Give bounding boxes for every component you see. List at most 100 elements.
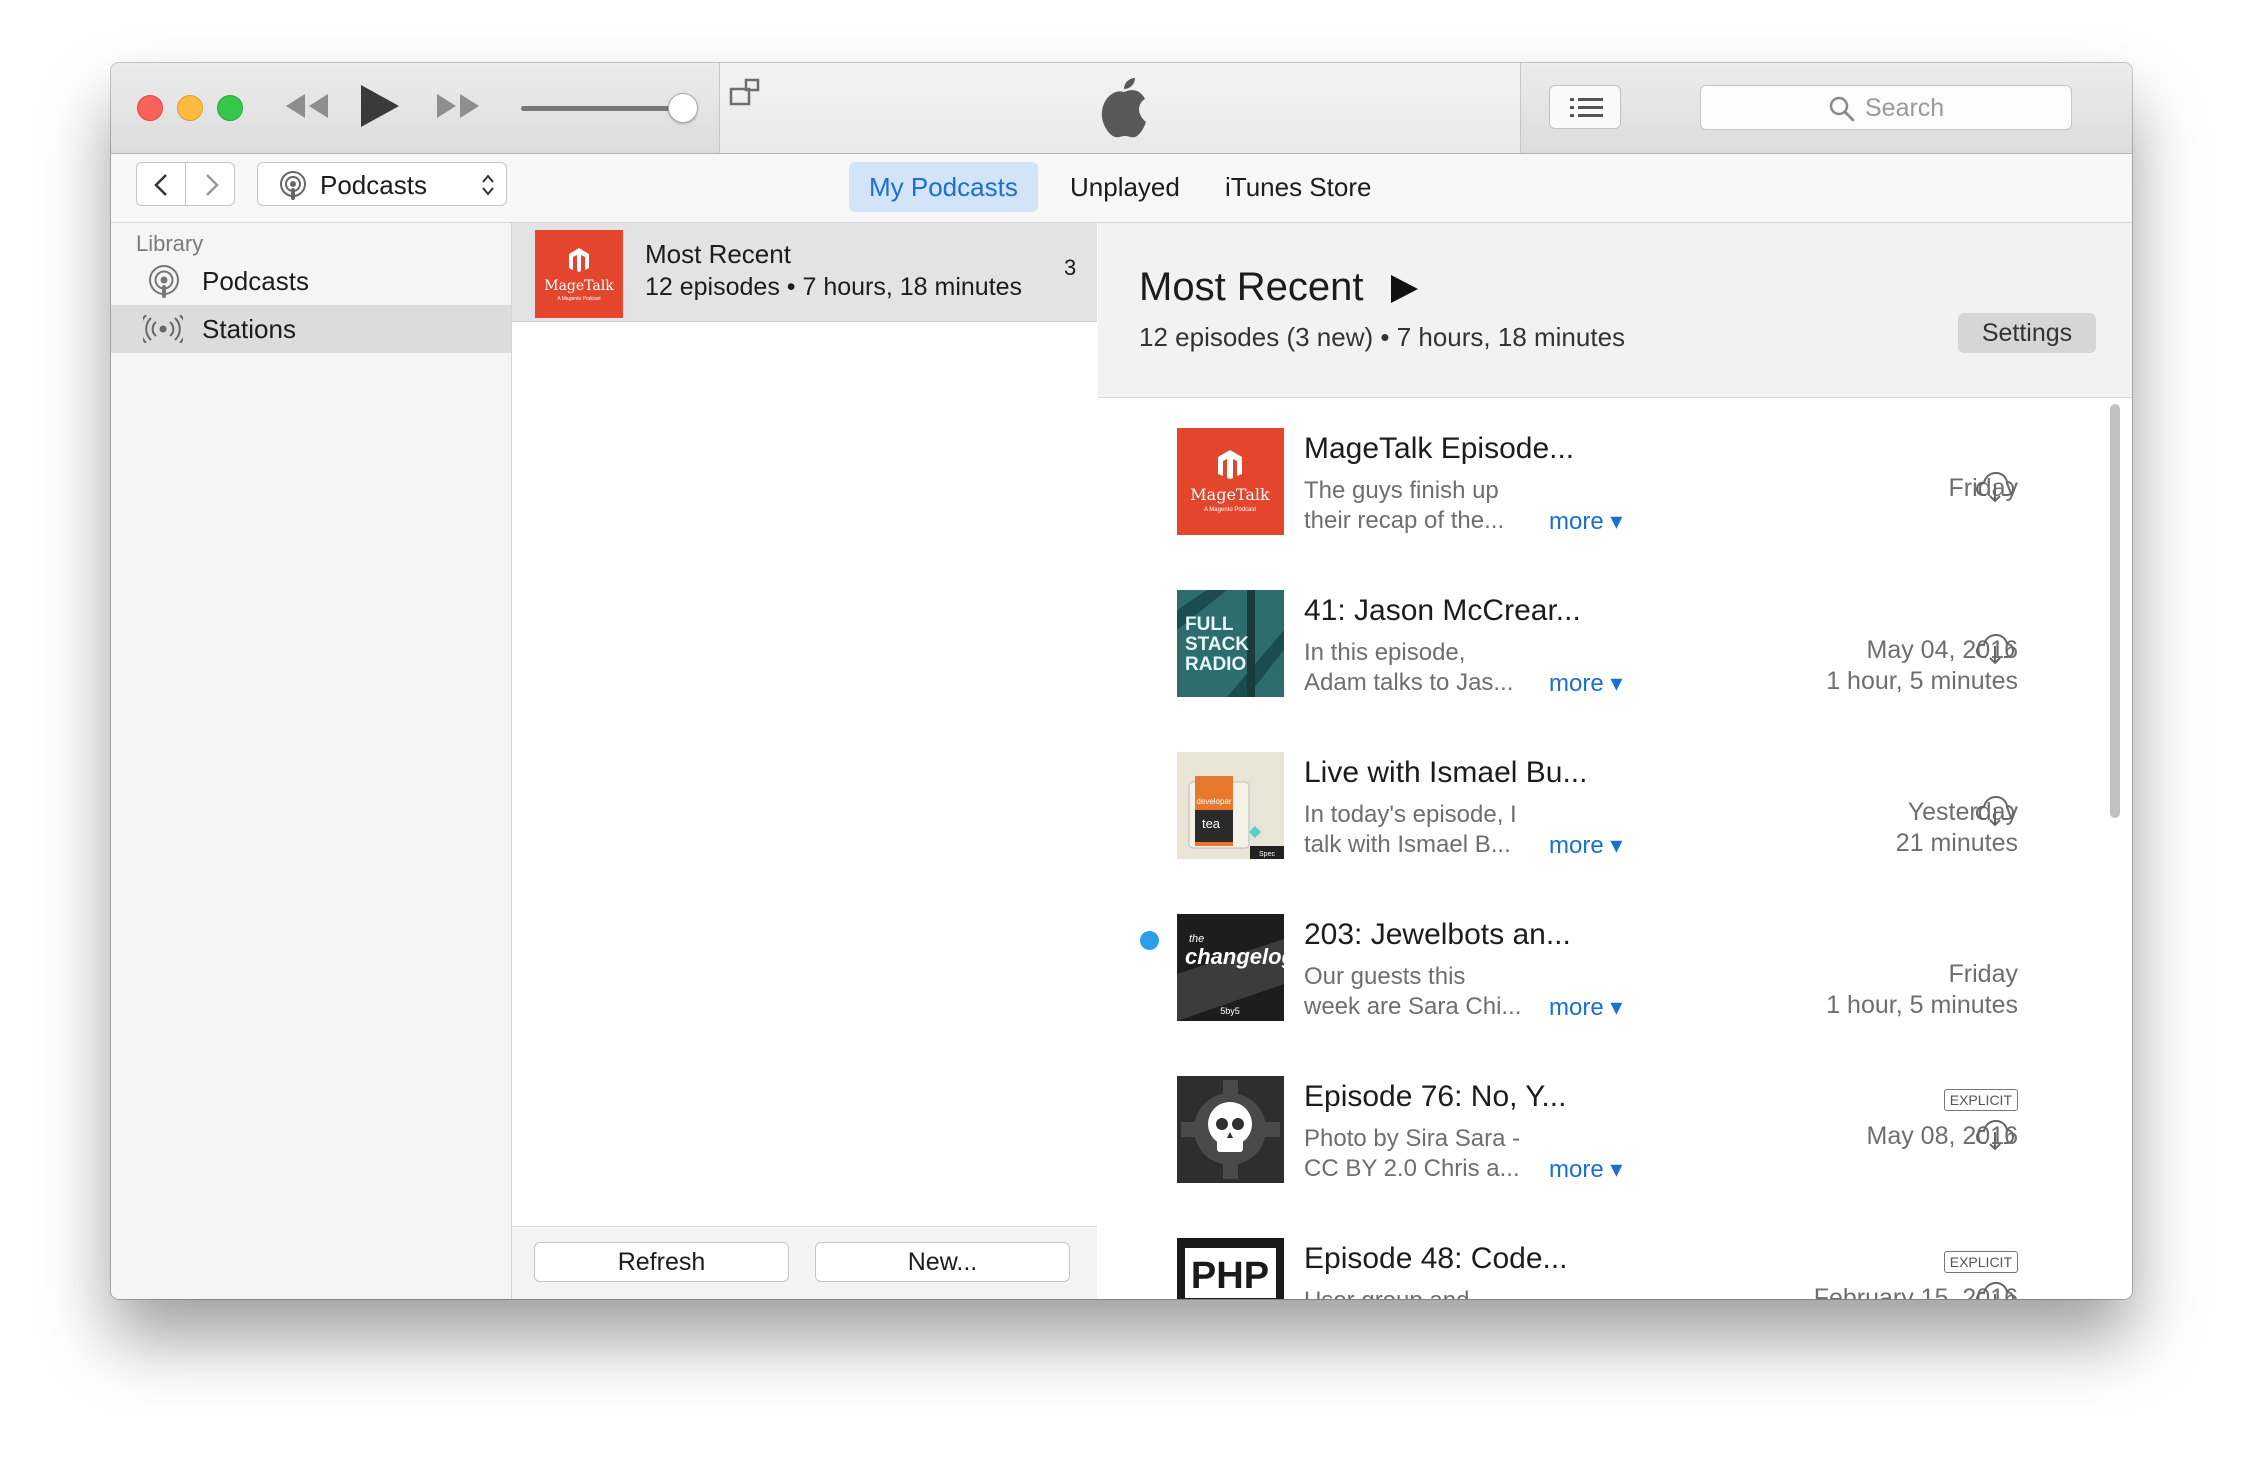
episode-title: 41: Jason McCrear... xyxy=(1304,594,1581,627)
more-link[interactable]: more ▾ xyxy=(1549,669,1622,698)
zoom-window-button[interactable] xyxy=(217,95,243,121)
art-title: MageTalk xyxy=(1190,485,1270,504)
volume-slider-track[interactable] xyxy=(521,106,683,111)
art-title: changelog xyxy=(1185,944,1284,969)
detail-header: Most Recent 12 episodes (3 new) • 7 hour… xyxy=(1098,223,2132,398)
tab-unplayed[interactable]: Unplayed xyxy=(1050,162,1200,212)
cloud-download-icon[interactable] xyxy=(1976,1281,2014,1299)
art-subtitle: 5by5 xyxy=(1220,1006,1240,1016)
cloud-download-icon[interactable] xyxy=(1976,633,2014,665)
episode-date: Friday xyxy=(1948,960,2018,988)
station-title: Most Recent xyxy=(645,239,791,269)
search-field[interactable]: Search xyxy=(1700,85,2072,130)
podcast-icon xyxy=(280,171,306,200)
fast-forward-icon[interactable] xyxy=(433,91,483,121)
rewind-icon[interactable] xyxy=(282,91,332,121)
episode-description: Adam talks to Jas... xyxy=(1304,669,1514,696)
art-subtitle: Spec xyxy=(1259,851,1275,858)
episode-row[interactable]: MageTalk A Magento Podcast MageTalk Epis… xyxy=(1098,428,2103,590)
chevron-right-icon xyxy=(206,174,219,196)
more-link[interactable]: more ▾ xyxy=(1549,507,1622,536)
episode-description: The guys finish up xyxy=(1304,477,1499,504)
library-sidebar: Library Podcasts Stations xyxy=(111,223,512,1299)
episode-description: talk with Ismael B... xyxy=(1304,831,1511,858)
episode-row[interactable]: developer tea Spec Live with Ismael Bu..… xyxy=(1098,752,2103,914)
tab-itunes-store[interactable]: iTunes Store xyxy=(1205,162,1391,212)
unplayed-count-badge: 3 xyxy=(1064,255,1077,280)
station-list: MageTalk A Magento Podcast Most Recent 1… xyxy=(512,223,1097,1299)
episode-list-scrollbar[interactable] xyxy=(2107,404,2123,1299)
episode-description: Our guests this xyxy=(1304,963,1466,990)
cloud-download-icon[interactable] xyxy=(1976,1119,2014,1151)
new-station-button[interactable]: New... xyxy=(815,1242,1070,1282)
podcast-icon xyxy=(149,265,179,298)
refresh-button[interactable]: Refresh xyxy=(534,1242,789,1282)
mini-player-icon[interactable] xyxy=(728,77,764,109)
station-list-footer: Refresh New... xyxy=(512,1226,1097,1299)
episode-title: Episode 76: No, Y... xyxy=(1304,1080,1567,1113)
episode-row[interactable]: FULL STACK RADIO 41: Jason McCrear... In… xyxy=(1098,590,2103,752)
apple-logo-icon xyxy=(1101,78,1146,138)
itunes-window: Search Podcasts My Podcasts Unplayed iTu… xyxy=(111,63,2132,1299)
art-title: tea xyxy=(1202,816,1221,831)
episode-description: In this episode, xyxy=(1304,639,1466,666)
player-toolbar: Search xyxy=(111,63,2132,154)
cloud-download-icon[interactable] xyxy=(1976,471,2014,503)
art-title: RADIO xyxy=(1185,654,1246,675)
explicit-badge: EXPLICIT xyxy=(1943,1089,2018,1111)
developer-tea-artwork: developer tea Spec xyxy=(1177,752,1284,859)
episode-row[interactable]: PHP Episode 48: Code... User group and E… xyxy=(1098,1238,2103,1299)
art-subtitle: developer xyxy=(1196,797,1231,806)
station-row-most-recent[interactable]: MageTalk A Magento Podcast Most Recent 1… xyxy=(512,223,1097,322)
episode-description: User group and xyxy=(1304,1287,1469,1299)
settings-button[interactable]: Settings xyxy=(1958,313,2096,353)
forward-button[interactable] xyxy=(185,162,235,206)
episode-title: 203: Jewelbots an... xyxy=(1304,918,1571,951)
scrollbar-thumb[interactable] xyxy=(2110,404,2120,818)
media-kind-selector[interactable]: Podcasts xyxy=(257,162,507,206)
art-subtitle: A Magento Podcast xyxy=(557,296,601,302)
skull-gear-artwork xyxy=(1177,1076,1284,1183)
back-button[interactable] xyxy=(136,162,186,206)
play-all-icon[interactable] xyxy=(1389,274,1419,304)
art-subtitle: A Magento Podcast xyxy=(1204,507,1256,513)
episode-duration: 1 hour, 5 minutes xyxy=(1826,667,2018,695)
php-artwork: PHP xyxy=(1177,1238,1284,1299)
list-icon xyxy=(1570,98,1603,117)
volume-slider-knob[interactable] xyxy=(668,93,698,123)
sidebar-item-podcasts[interactable]: Podcasts xyxy=(111,257,511,305)
more-link[interactable]: more ▾ xyxy=(1549,1155,1622,1184)
sidebar-header: Library xyxy=(136,231,204,256)
minimize-window-button[interactable] xyxy=(177,95,203,121)
episode-description: Photo by Sira Sara - xyxy=(1304,1125,1521,1152)
new-episode-dot xyxy=(1140,931,1159,950)
search-placeholder: Search xyxy=(1865,94,1945,122)
episode-title: Episode 48: Code... xyxy=(1304,1242,1568,1275)
station-detail: Most Recent 12 episodes (3 new) • 7 hour… xyxy=(1098,223,2132,1299)
detail-subtitle: 12 episodes (3 new) • 7 hours, 18 minute… xyxy=(1139,322,1626,352)
episode-title: MageTalk Episode... xyxy=(1304,432,1575,465)
up-next-list-button[interactable] xyxy=(1549,85,1621,129)
media-kind-label: Podcasts xyxy=(320,170,427,200)
sidebar-item-stations[interactable]: Stations xyxy=(111,305,511,353)
search-icon xyxy=(1829,96,1855,122)
episode-title: Live with Ismael Bu... xyxy=(1304,756,1588,789)
cloud-download-icon[interactable] xyxy=(1976,795,2014,827)
navigation-bar: Podcasts My Podcasts Unplayed iTunes Sto… xyxy=(111,154,2132,223)
play-icon[interactable] xyxy=(357,83,401,129)
more-link[interactable]: more ▾ xyxy=(1549,831,1622,860)
magetalk-artwork: MageTalk A Magento Podcast xyxy=(1177,428,1284,535)
sidebar-item-label: Podcasts xyxy=(202,266,309,296)
close-window-button[interactable] xyxy=(137,95,163,121)
magetalk-artwork: MageTalk A Magento Podcast xyxy=(535,230,623,318)
status-display xyxy=(719,63,1521,153)
more-link[interactable]: more ▾ xyxy=(1549,993,1622,1022)
art-title: PHP xyxy=(1191,1255,1269,1297)
art-title: STACK xyxy=(1185,634,1249,655)
episode-row[interactable]: the changelog 5by5 203: Jewelbots an... … xyxy=(1098,914,2103,1076)
art-title: FULL xyxy=(1185,614,1234,635)
episode-duration: 21 minutes xyxy=(1895,829,2018,857)
episode-row[interactable]: Episode 76: No, Y... Photo by Sira Sara … xyxy=(1098,1076,2103,1238)
tab-my-podcasts[interactable]: My Podcasts xyxy=(849,162,1038,212)
sidebar-item-label: Stations xyxy=(202,314,296,344)
